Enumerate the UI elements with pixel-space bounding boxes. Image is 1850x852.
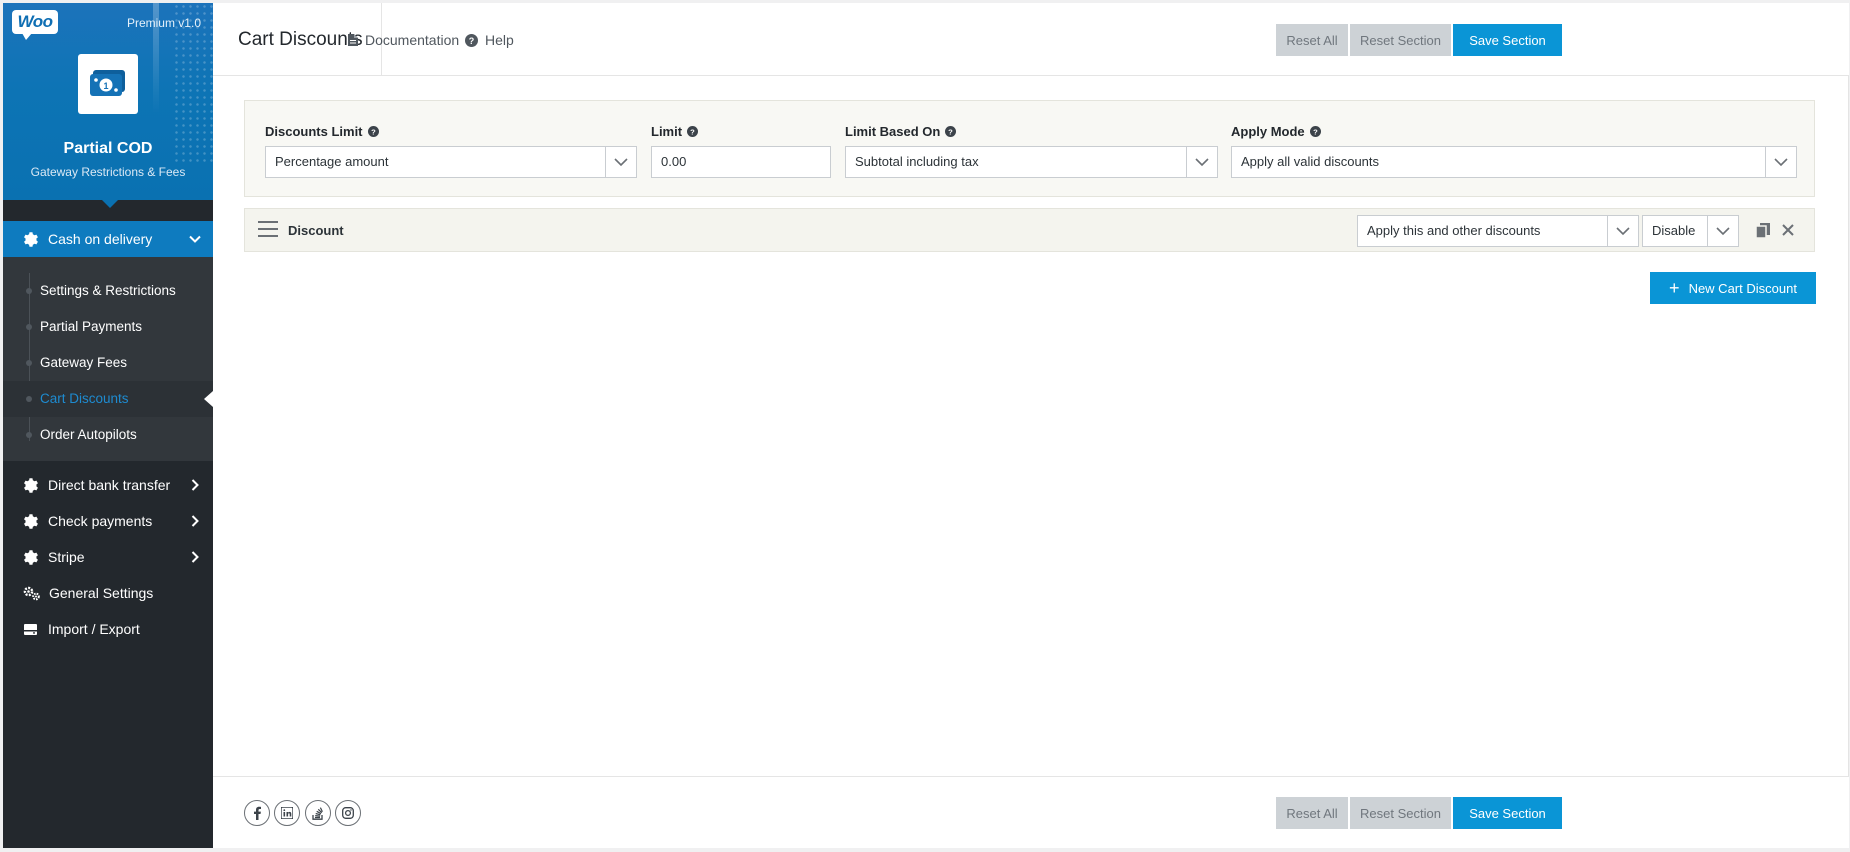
submenu-item-cart-discounts[interactable]: Cart Discounts [3, 381, 213, 417]
database-icon [23, 622, 38, 637]
help-link[interactable]: ? Help [465, 32, 514, 48]
stackoverflow-icon[interactable] [305, 800, 331, 826]
submenu-item-order-autopilots[interactable]: Order Autopilots [3, 417, 213, 453]
brand-notch [101, 199, 119, 208]
reset-section-button[interactable]: Reset Section [1350, 797, 1451, 829]
nav-label: Cash on delivery [48, 231, 153, 247]
instagram-icon[interactable] [335, 800, 361, 826]
facebook-icon[interactable] [244, 800, 270, 826]
gear-icon [23, 513, 38, 529]
nav-check-payments[interactable]: Check payments [3, 503, 213, 539]
new-cart-discount-button[interactable]: + New Cart Discount [1650, 272, 1816, 304]
gear-icon [23, 477, 38, 493]
nav-stripe[interactable]: Stripe [3, 539, 213, 575]
page-title: Cart Discounts [238, 29, 363, 50]
help-icon: ? [465, 33, 478, 47]
limit-based-on-select[interactable]: Subtotal including tax [845, 146, 1218, 178]
reset-all-button[interactable]: Reset All [1276, 24, 1348, 56]
help-label: Help [485, 32, 514, 48]
save-section-button[interactable]: Save Section [1453, 797, 1562, 829]
chevron-down-icon [1765, 147, 1796, 177]
linkedin-icon[interactable] [274, 800, 300, 826]
app-icon: 1 [78, 54, 138, 114]
discounts-limit-select[interactable]: Percentage amount [265, 146, 637, 178]
svg-text:?: ? [371, 127, 376, 136]
svg-text:1: 1 [103, 81, 108, 91]
limit-input[interactable]: 0.00 [651, 146, 831, 178]
nav-import-export[interactable]: Import / Export [3, 611, 213, 647]
help-icon[interactable]: ? [1309, 126, 1321, 137]
svg-text:?: ? [1313, 127, 1318, 136]
apply-mode-select[interactable]: Apply all valid discounts [1231, 146, 1797, 178]
chevron-right-icon [188, 478, 202, 492]
help-icon[interactable]: ? [687, 126, 699, 137]
plus-icon: + [1669, 278, 1680, 298]
nav-direct-bank-transfer[interactable]: Direct bank transfer [3, 467, 213, 503]
version-label: Premium v1.0 [126, 16, 201, 30]
nav-cash-on-delivery[interactable]: Cash on delivery [3, 221, 213, 257]
top-header: Cart Discounts Documentation ? Help Rese… [213, 3, 1849, 76]
chevron-down-icon [188, 232, 202, 246]
woo-logo: Woo [12, 10, 58, 40]
svg-text:?: ? [469, 36, 475, 46]
documentation-link[interactable]: Documentation [348, 32, 459, 48]
close-icon[interactable] [1780, 222, 1796, 238]
app-subtitle: Gateway Restrictions & Fees [30, 165, 186, 179]
gear-icon [23, 549, 38, 565]
chevron-down-icon [605, 147, 636, 177]
gears-icon [23, 586, 41, 601]
submenu-item-partial-payments[interactable]: Partial Payments [3, 309, 213, 345]
reset-section-button[interactable]: Reset Section [1350, 24, 1451, 56]
save-section-button[interactable]: Save Section [1453, 24, 1562, 56]
documentation-label: Documentation [365, 32, 460, 48]
limit-label: Limit ? [651, 124, 699, 139]
discount-mode-select[interactable]: Apply this and other discounts [1357, 215, 1639, 247]
discount-title: Discount [288, 223, 344, 238]
submenu-item-gateway-fees[interactable]: Gateway Fees [3, 345, 213, 381]
app-title: Partial COD [63, 140, 153, 157]
svg-text:?: ? [690, 127, 695, 136]
document-icon [348, 34, 358, 46]
chevron-down-icon [1186, 147, 1217, 177]
nav-label: General Settings [49, 585, 154, 601]
chevron-down-icon [1707, 216, 1738, 246]
nav-label: Import / Export [48, 621, 140, 637]
help-icon[interactable]: ? [367, 126, 379, 137]
submenu-item-settings-restrictions[interactable]: Settings & Restrictions [3, 273, 213, 309]
brand-panel: Woo Premium v1.0 1 Partial COD Gateway R… [3, 3, 213, 200]
nav-label: Stripe [48, 549, 85, 565]
chevron-down-icon [1607, 216, 1638, 246]
svg-text:?: ? [949, 127, 954, 136]
duplicate-icon[interactable] [1755, 222, 1771, 238]
limit-based-on-label: Limit Based On ? [845, 124, 957, 139]
sidebar: Woo Premium v1.0 1 Partial COD Gateway R… [3, 3, 213, 848]
nav-general-settings[interactable]: General Settings [3, 575, 213, 611]
help-icon[interactable]: ? [945, 126, 957, 137]
cash-icon: 1 [90, 70, 125, 96]
chevron-right-icon [188, 550, 202, 564]
discount-row: Discount Apply this and other discounts … [244, 208, 1815, 252]
nav-label: Check payments [48, 513, 153, 529]
chevron-right-icon [188, 514, 202, 528]
discount-settings-panel: Discounts Limit ? Percentage amount Limi… [244, 100, 1815, 197]
footer: Reset All Reset Section Save Section [213, 776, 1849, 848]
submenu: Settings & Restrictions Partial Payments… [3, 257, 213, 461]
apply-mode-label: Apply Mode ? [1231, 124, 1321, 139]
reset-all-button[interactable]: Reset All [1276, 797, 1348, 829]
discount-status-select[interactable]: Disable [1642, 215, 1739, 247]
nav-label: Direct bank transfer [48, 477, 171, 493]
discounts-limit-label: Discounts Limit ? [265, 124, 379, 139]
gear-icon [23, 231, 38, 247]
drag-handle-icon[interactable] [258, 221, 278, 239]
